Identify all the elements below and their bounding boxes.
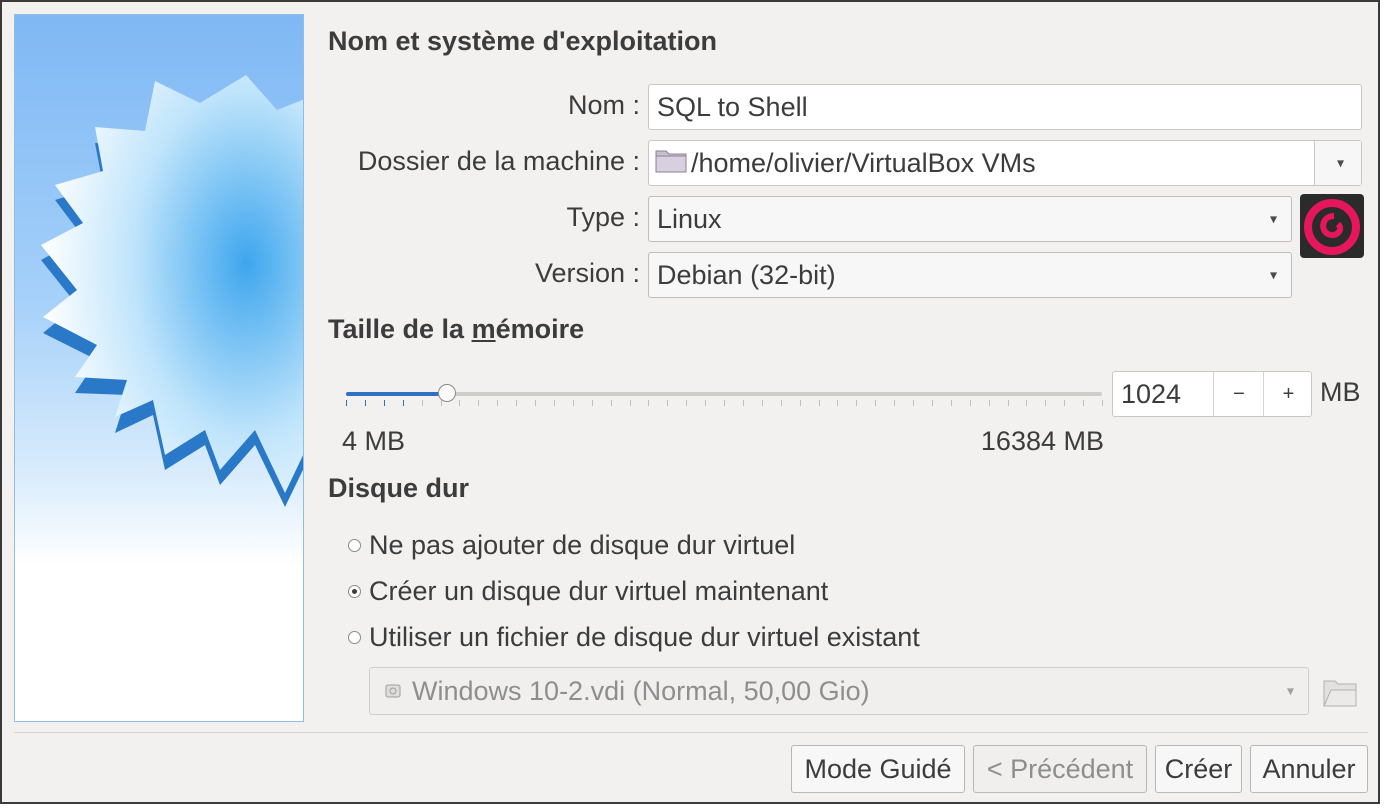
slider-tick <box>1102 400 1103 406</box>
memory-section-title: Taille de la mémoire <box>328 314 584 345</box>
radio-existing-disk[interactable]: Utiliser un fichier de disque dur virtue… <box>348 622 920 653</box>
os-type-select[interactable]: Linux ▾ <box>648 196 1292 242</box>
slider-tick <box>781 400 782 406</box>
slider-fill <box>346 392 443 396</box>
slider-tick <box>913 400 914 406</box>
os-type-value: Linux <box>657 203 722 234</box>
folder-label: Dossier de la machine : <box>357 146 640 176</box>
slider-tick <box>422 400 423 406</box>
version-label: Version : <box>534 258 640 288</box>
memory-title-suffix: émoire <box>495 314 585 344</box>
memory-increment-button[interactable]: + <box>1263 372 1313 416</box>
wizard-side-image <box>14 14 304 722</box>
slider-tick <box>705 400 706 406</box>
slider-tick <box>1064 400 1065 406</box>
slider-tick <box>648 400 649 406</box>
slider-tick <box>951 400 952 406</box>
disk-section-title: Disque dur <box>328 473 470 503</box>
os-version-select[interactable]: Debian (32-bit) ▾ <box>648 252 1292 298</box>
chevron-down-icon: ▾ <box>1286 682 1294 699</box>
os-version-value: Debian (32-bit) <box>657 259 836 290</box>
memory-min-label: 4 MB <box>342 426 406 456</box>
slider-tick <box>403 400 404 406</box>
memory-max-label: 16384 MB <box>980 426 1104 456</box>
slider-tick <box>573 400 574 406</box>
slider-tick <box>856 400 857 406</box>
slider-tick <box>743 400 744 406</box>
slider-tick <box>497 400 498 406</box>
slider-tick <box>630 400 631 406</box>
slider-tick <box>346 400 347 406</box>
slider-tick <box>762 400 763 406</box>
radio-indicator <box>348 585 361 598</box>
slider-tick <box>667 400 668 406</box>
folder-path-value: /home/olivier/VirtualBox VMs <box>691 147 1036 178</box>
chevron-down-icon: ▾ <box>1269 266 1277 283</box>
slider-tick <box>365 400 366 406</box>
slider-handle[interactable] <box>438 384 456 402</box>
memory-title-mnemonic: m <box>471 314 496 344</box>
hard-disk-icon <box>384 676 402 707</box>
memory-unit-label: MB <box>1320 377 1361 407</box>
slider-tick <box>1008 400 1009 406</box>
name-input-value: SQL to Shell <box>657 91 808 122</box>
name-label: Nom : <box>567 90 640 120</box>
radio-no-disk[interactable]: Ne pas ajouter de disque dur virtuel <box>348 530 795 561</box>
memory-slider[interactable] <box>346 380 1103 410</box>
slider-tick <box>989 400 990 406</box>
existing-disk-value: Windows 10-2.vdi (Normal, 50,00 Gio) <box>412 675 870 706</box>
memory-title-prefix: Taille de la <box>328 314 472 344</box>
memory-spinbox[interactable]: 1024 − + <box>1112 371 1312 417</box>
slider-tick <box>686 400 687 406</box>
folder-dropdown-button[interactable]: ▾ <box>1314 141 1361 185</box>
slider-tick <box>554 400 555 406</box>
slider-tick <box>1083 400 1084 406</box>
radio-create-disk[interactable]: Créer un disque dur virtuel maintenant <box>348 576 828 607</box>
slider-tick <box>837 400 838 406</box>
previous-button[interactable]: < Précédent <box>973 745 1147 793</box>
slider-tick <box>535 400 536 406</box>
slider-tick <box>1026 400 1027 406</box>
create-button[interactable]: Créer <box>1155 745 1242 793</box>
slider-tick <box>875 400 876 406</box>
radio-indicator <box>348 539 361 552</box>
slider-tick <box>894 400 895 406</box>
radio-label: Ne pas ajouter de disque dur virtuel <box>369 530 796 560</box>
debian-logo-icon <box>1300 194 1364 258</box>
radio-label: Créer un disque dur virtuel maintenant <box>369 576 829 606</box>
existing-disk-select[interactable]: Windows 10-2.vdi (Normal, 50,00 Gio) ▾ <box>369 667 1309 715</box>
slider-tick <box>819 400 820 406</box>
slider-ticks <box>346 400 1103 408</box>
chevron-down-icon: ▾ <box>1269 210 1277 227</box>
memory-value: 1024 <box>1121 378 1182 409</box>
machine-folder-combo[interactable]: /home/olivier/VirtualBox VMs ▾ <box>648 140 1362 186</box>
slider-tick <box>611 400 612 406</box>
create-vm-dialog: Nom et système d'exploitation Nom : SQL … <box>0 0 1380 804</box>
guided-mode-button[interactable]: Mode Guidé <box>791 745 965 793</box>
slider-tick <box>384 400 385 406</box>
slider-tick <box>592 400 593 406</box>
radio-indicator <box>348 631 361 644</box>
slider-tick <box>478 400 479 406</box>
slider-track <box>346 392 1102 396</box>
type-label: Type : <box>566 202 640 232</box>
slider-tick <box>970 400 971 406</box>
browse-folder-icon[interactable] <box>1322 675 1358 709</box>
name-os-section-title: Nom et système d'exploitation <box>328 26 718 56</box>
slider-tick <box>800 400 801 406</box>
button-bar-separator <box>14 732 1368 733</box>
memory-decrement-button[interactable]: − <box>1213 372 1264 416</box>
radio-label: Utiliser un fichier de disque dur virtue… <box>369 622 920 652</box>
cancel-button[interactable]: Annuler <box>1250 745 1368 793</box>
slider-tick <box>1045 400 1046 406</box>
slider-tick <box>932 400 933 406</box>
folder-icon <box>655 147 687 180</box>
name-input[interactable]: SQL to Shell <box>648 84 1362 130</box>
slider-tick <box>459 400 460 406</box>
slider-tick <box>516 400 517 406</box>
chevron-down-icon: ▾ <box>1336 154 1344 171</box>
slider-tick <box>724 400 725 406</box>
